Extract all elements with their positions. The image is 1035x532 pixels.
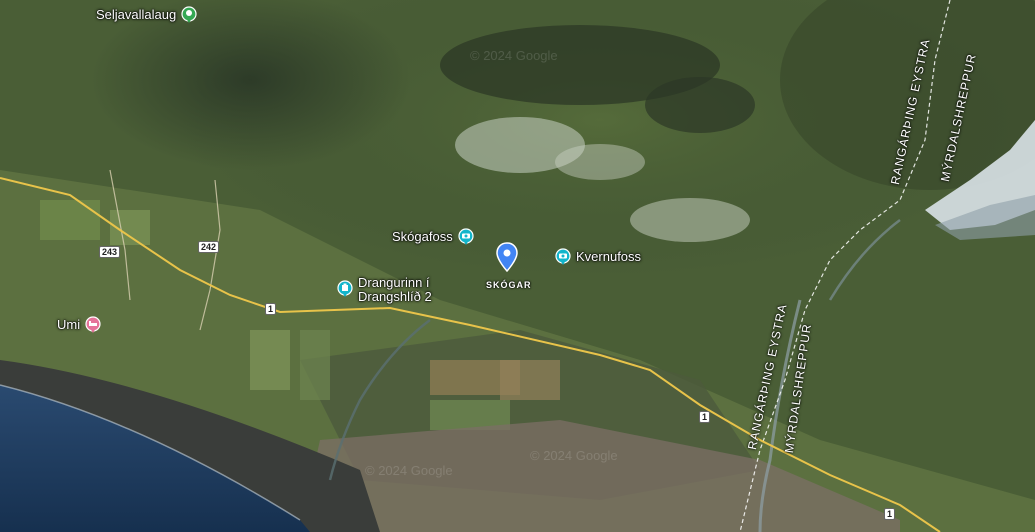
road-shield-242[interactable]: 242 <box>198 241 220 253</box>
hotel-pin-icon <box>85 316 101 333</box>
poi-kvernufoss[interactable]: Kvernufoss <box>554 248 641 266</box>
camera-pin-icon <box>458 228 474 245</box>
cloud <box>555 144 645 180</box>
park-pin-icon <box>181 6 197 23</box>
field <box>250 330 290 390</box>
field <box>500 360 560 400</box>
location-pin-icon[interactable] <box>496 242 518 272</box>
poi-label-line1: Drangurinn í <box>358 275 430 290</box>
town-label: SKÓGAR <box>486 280 532 290</box>
road-shield-1[interactable]: 1 <box>265 303 277 315</box>
landmark-pin-icon <box>337 280 353 297</box>
road-shield-1[interactable]: 1 <box>699 411 711 423</box>
poi-seljavallalaug[interactable]: Seljavallalaug <box>96 6 198 24</box>
poi-drangurinn[interactable]: Drangurinn í Drangshlíð 2 <box>336 276 432 304</box>
google-watermark: © 2024 Google <box>365 463 453 478</box>
google-watermark: © 2024 Google <box>470 48 558 63</box>
poi-label: Skógafoss <box>392 229 453 244</box>
cloud <box>630 198 750 242</box>
dark-lake-area-2 <box>645 77 755 133</box>
poi-label-line2: Drangshlíð 2 <box>358 289 432 304</box>
google-watermark: © 2024 Google <box>530 448 618 463</box>
poi-label: Umi <box>57 317 81 332</box>
poi-skogafoss[interactable]: Skógafoss <box>392 228 475 246</box>
poi-umi[interactable]: Umi <box>57 316 102 334</box>
camera-pin-icon <box>555 248 571 265</box>
road-shield-243[interactable]: 243 <box>99 246 121 258</box>
field <box>300 330 330 400</box>
poi-label: Kvernufoss <box>576 249 642 264</box>
poi-label: Seljavallalaug <box>96 7 177 22</box>
field <box>40 200 100 240</box>
road-shield-1[interactable]: 1 <box>884 508 896 520</box>
